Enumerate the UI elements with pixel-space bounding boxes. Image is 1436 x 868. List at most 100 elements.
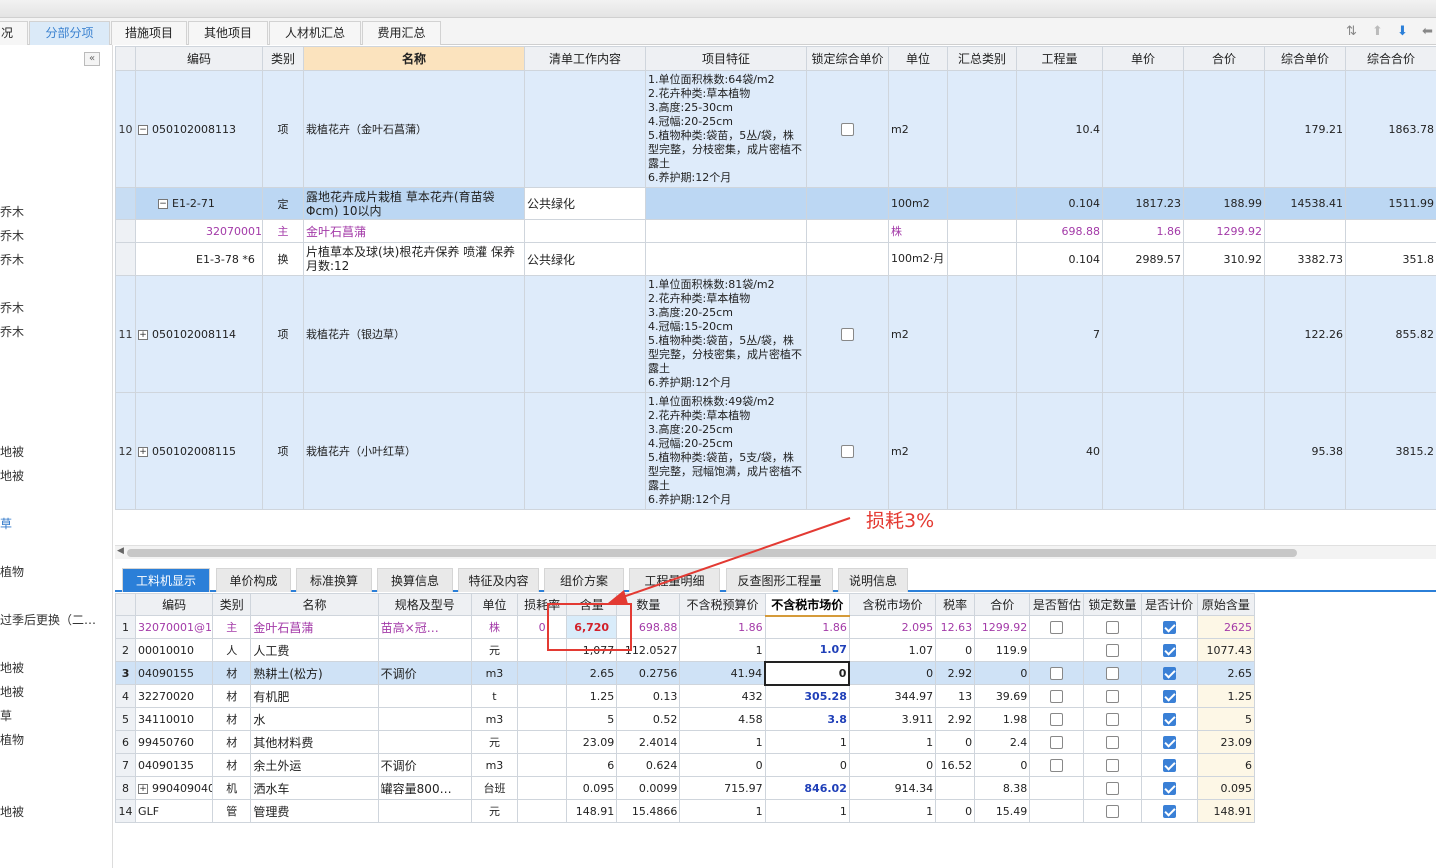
- col-header-unit[interactable]: 单位: [888, 46, 948, 71]
- type-cell[interactable]: 管: [212, 799, 252, 823]
- table-row[interactable]: 10 −050102008113 项 栽植花卉（金叶石菖蒲） 1.单位面积株数:…: [115, 70, 1436, 188]
- tree-item[interactable]: 乔木: [0, 251, 24, 268]
- col-header-spec[interactable]: 规格及型号: [377, 593, 472, 616]
- lock-qty-cell[interactable]: [1083, 638, 1142, 662]
- col-header-pre-tax-market[interactable]: 不含税市场价: [764, 593, 850, 617]
- sumtype-cell[interactable]: [947, 242, 1017, 276]
- qty-cell[interactable]: 10.4: [1016, 70, 1103, 188]
- name-cell[interactable]: 水: [250, 707, 379, 731]
- collapse-node-icon[interactable]: −: [158, 199, 168, 209]
- unit-cell[interactable]: 元: [470, 730, 519, 754]
- price-cell[interactable]: [1102, 392, 1184, 510]
- move-left-icon[interactable]: ⬅: [1422, 24, 1433, 39]
- is-priced-cell[interactable]: [1140, 684, 1198, 708]
- is-priced-checkbox[interactable]: [1162, 620, 1176, 634]
- horizontal-scrollbar[interactable]: ◀: [115, 545, 1436, 559]
- tax-rate-cell[interactable]: 2.92: [935, 661, 976, 685]
- is-priced-checkbox[interactable]: [1162, 804, 1176, 818]
- type-cell[interactable]: 材: [212, 661, 252, 685]
- expand-node-icon[interactable]: +: [138, 446, 148, 457]
- total-cell[interactable]: 188.99: [1183, 187, 1265, 220]
- tax-rate-cell[interactable]: [935, 776, 976, 800]
- content-cell[interactable]: [524, 392, 646, 510]
- tax-rate-cell[interactable]: 0: [935, 799, 976, 823]
- tax-rate-cell[interactable]: 2.92: [935, 707, 976, 731]
- tree-item[interactable]: 乔木: [0, 299, 24, 316]
- is-estimate-cell[interactable]: [1029, 753, 1085, 777]
- lock-checkbox-cell[interactable]: [806, 70, 889, 188]
- qty-cell[interactable]: 0.104: [1016, 187, 1103, 220]
- qty-cell[interactable]: 40: [1016, 392, 1103, 510]
- is-estimate-checkbox[interactable]: [1050, 758, 1064, 772]
- table-row[interactable]: 14 GLF 管 管理费 元 148.91 15.4866 1 1 1 0 15…: [114, 799, 1256, 823]
- feature-cell[interactable]: [645, 219, 807, 243]
- content-cell[interactable]: [524, 275, 646, 393]
- loss-cell[interactable]: [517, 684, 568, 708]
- unit-cell[interactable]: 元: [470, 799, 519, 823]
- content-cell[interactable]: 5: [566, 707, 618, 731]
- name-cell[interactable]: 栽植花卉（金叶石菖蒲）: [303, 70, 525, 188]
- tab-other-items[interactable]: 其他项目: [188, 21, 268, 45]
- is-estimate-cell[interactable]: [1029, 661, 1085, 685]
- tab-overview[interactable]: 况: [0, 21, 28, 45]
- col-header-orig-content[interactable]: 原始含量: [1196, 593, 1256, 616]
- name-cell[interactable]: 栽植花卉（银边草）: [303, 275, 525, 393]
- code-cell[interactable]: 34110010: [135, 707, 214, 731]
- market-cell[interactable]: 1: [764, 730, 850, 754]
- is-estimate-checkbox[interactable]: [1050, 620, 1064, 634]
- is-priced-checkbox[interactable]: [1162, 712, 1176, 726]
- orig-content-cell[interactable]: 6: [1196, 753, 1256, 777]
- unit-cell[interactable]: m2: [888, 275, 948, 393]
- type-cell[interactable]: 项: [262, 275, 304, 393]
- tree-item[interactable]: 地被: [0, 443, 24, 460]
- is-priced-cell[interactable]: [1140, 615, 1198, 639]
- tab-fee-summary[interactable]: 费用汇总: [362, 21, 441, 45]
- price-cell[interactable]: 1817.23: [1102, 187, 1184, 220]
- content-cell[interactable]: 1.25: [566, 684, 618, 708]
- sumtype-cell[interactable]: [947, 392, 1017, 510]
- budget-cell[interactable]: 1.86: [679, 615, 766, 639]
- name-cell[interactable]: 片植草本及球(块)根花卉保养 喷灌 保养月数:12: [303, 242, 525, 276]
- col-header-lock[interactable]: 锁定综合单价: [806, 46, 889, 71]
- move-down-icon[interactable]: ⬇: [1397, 24, 1408, 39]
- feature-cell[interactable]: 1.单位面积株数:64袋/m2 2.花卉种类:草本植物 3.高度:25-30cm…: [645, 70, 807, 188]
- spec-cell[interactable]: 苗高×冠…: [377, 615, 472, 639]
- lock-qty-checkbox[interactable]: [1106, 804, 1120, 818]
- unit-cell[interactable]: 元: [470, 638, 519, 662]
- name-cell[interactable]: 人工费: [250, 638, 379, 662]
- tree-item[interactable]: 乔木: [0, 203, 24, 220]
- move-up-icon[interactable]: ⬆: [1372, 24, 1383, 39]
- col-header-type[interactable]: 类别: [262, 46, 304, 71]
- loss-cell[interactable]: [517, 776, 568, 800]
- spec-cell[interactable]: [377, 707, 472, 731]
- market-cell[interactable]: 1.07: [764, 638, 850, 662]
- total-cell[interactable]: 0: [974, 661, 1031, 685]
- spec-cell[interactable]: 不调价: [377, 661, 472, 685]
- code-cell[interactable]: 32070001@13: [135, 219, 263, 243]
- lock-cell[interactable]: [806, 187, 889, 220]
- expand-node-icon[interactable]: +: [138, 329, 148, 340]
- table-row[interactable]: 4 32270020 材 有机肥 t 1.25 0.13 432 305.28 …: [114, 684, 1256, 708]
- qty-cell[interactable]: 0.624: [616, 753, 681, 777]
- orig-content-cell[interactable]: 1077.43: [1196, 638, 1256, 662]
- price-cell[interactable]: [1102, 70, 1184, 188]
- sumtype-cell[interactable]: [947, 275, 1017, 393]
- loss-cell[interactable]: [517, 753, 568, 777]
- code-cell[interactable]: 99450760: [135, 730, 214, 754]
- tab-labor-material-summary[interactable]: 人材机汇总: [269, 21, 361, 45]
- col-header-comp-total[interactable]: 综合合价: [1345, 46, 1436, 71]
- tree-item[interactable]: 过季后更换（二…: [0, 611, 96, 628]
- tax-rate-cell[interactable]: 16.52: [935, 753, 976, 777]
- total-cell[interactable]: 0: [974, 753, 1031, 777]
- scrollbar-thumb[interactable]: [127, 549, 1297, 557]
- loss-cell[interactable]: [517, 730, 568, 754]
- market-cell[interactable]: 1: [764, 799, 850, 823]
- content-cell[interactable]: 148.91: [566, 799, 618, 823]
- lock-qty-cell[interactable]: [1083, 730, 1142, 754]
- tax-market-cell[interactable]: 0: [848, 753, 937, 777]
- type-cell[interactable]: 定: [262, 187, 304, 220]
- total-cell[interactable]: [1183, 392, 1265, 510]
- tax-rate-cell[interactable]: 12.63: [935, 615, 976, 639]
- tab-measures[interactable]: 措施项目: [111, 21, 187, 45]
- name-cell[interactable]: 熟耕土(松方): [250, 661, 379, 685]
